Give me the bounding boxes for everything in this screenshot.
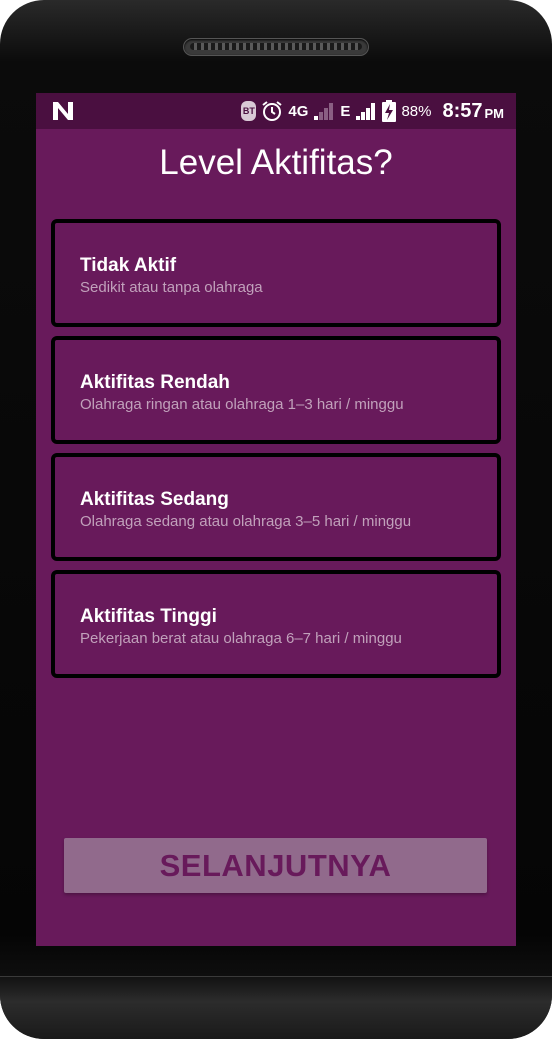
- option-aktifitas-rendah[interactable]: Aktifitas Rendah Olahraga ringan atau ol…: [51, 336, 501, 444]
- option-aktifitas-sedang[interactable]: Aktifitas Sedang Olahraga sedang atau ol…: [51, 453, 501, 561]
- option-subtitle: Pekerjaan berat atau olahraga 6–7 hari /…: [80, 630, 402, 647]
- option-title: Aktifitas Sedang: [80, 489, 229, 510]
- phone-frame: BT 4G E 88% 8:57 PM Level Aktifitas? Tid…: [0, 0, 552, 1039]
- battery-charging-icon: [382, 100, 397, 122]
- option-tidak-aktif[interactable]: Tidak Aktif Sedikit atau tanpa olahraga: [51, 219, 501, 327]
- next-button[interactable]: SELANJUTNYA: [64, 838, 487, 893]
- signal-1-icon: [314, 103, 334, 120]
- option-subtitle: Olahraga sedang atau olahraga 3–5 hari /…: [80, 513, 412, 530]
- signal-2-icon: [356, 103, 376, 120]
- app-screen: BT 4G E 88% 8:57 PM Level Aktifitas? Tid…: [36, 93, 516, 946]
- clock-time: 8:57: [442, 99, 483, 122]
- option-aktifitas-tinggi[interactable]: Aktifitas Tinggi Pekerjaan berat atau ol…: [51, 570, 501, 678]
- option-subtitle: Sedikit atau tanpa olahraga: [80, 279, 263, 296]
- n-logo-icon: [53, 102, 73, 120]
- option-title: Tidak Aktif: [80, 255, 177, 276]
- page-title: Level Aktifitas?: [159, 143, 393, 182]
- battery-percent: 88%: [401, 102, 432, 120]
- network-4g-label: 4G: [288, 102, 309, 120]
- clock-ampm: PM: [484, 106, 505, 121]
- network-e-label: E: [340, 102, 351, 120]
- bluetooth-icon: BT: [241, 101, 257, 121]
- activity-options: Tidak Aktif Sedikit atau tanpa olahraga …: [51, 219, 501, 687]
- alarm-icon: [262, 101, 283, 121]
- speaker-grille: [183, 38, 369, 56]
- option-title: Aktifitas Rendah: [80, 372, 230, 393]
- status-bar: BT 4G E 88% 8:57 PM: [36, 93, 516, 129]
- option-subtitle: Olahraga ringan atau olahraga 1–3 hari /…: [80, 396, 404, 413]
- option-title: Aktifitas Tinggi: [80, 606, 217, 627]
